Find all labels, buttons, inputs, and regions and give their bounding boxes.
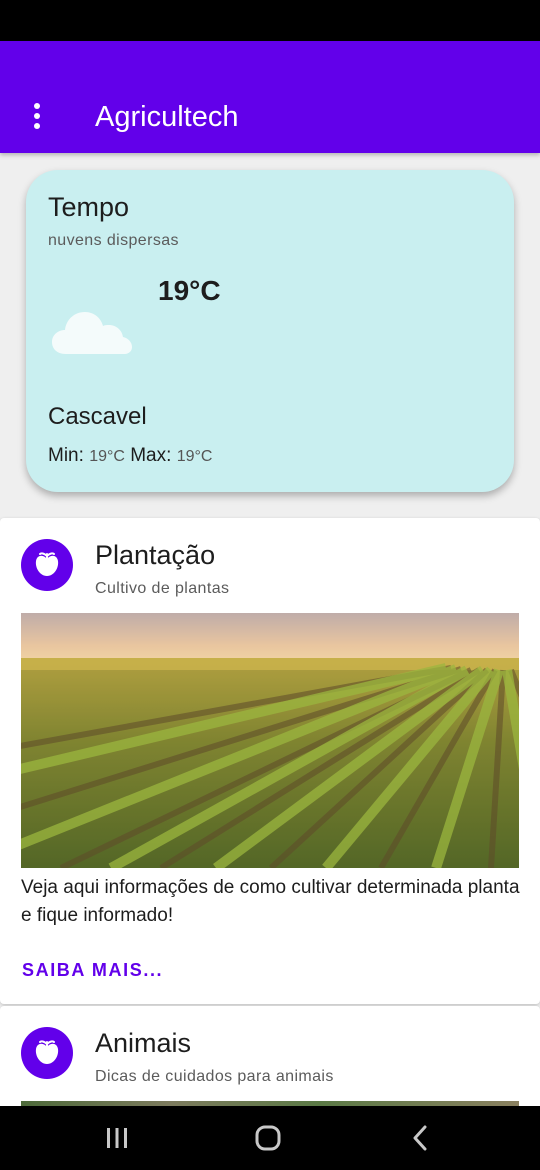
more-vert-icon[interactable] (22, 99, 52, 133)
weather-min-max: Min: 19°C Max: 19°C (48, 444, 212, 469)
fruit-icon (21, 1027, 73, 1079)
card-animais[interactable]: Animais Dicas de cuidados para animais (0, 1006, 540, 1116)
saiba-mais-button[interactable]: SAIBA MAIS... (22, 958, 163, 982)
card-title: Animais (95, 1028, 192, 1058)
weather-title: Tempo (48, 192, 130, 222)
fruit-icon (21, 539, 73, 591)
back-icon[interactable] (400, 1124, 440, 1152)
weather-temperature: 19°C (158, 275, 221, 306)
max-value: 19°C (176, 448, 213, 465)
max-label: Max: (130, 445, 172, 466)
card-plantacao[interactable]: Plantação Cultivo de plantas Veja aqui i… (0, 518, 540, 1004)
app-title: Agricultech (95, 101, 239, 133)
card-subtitle: Cultivo de plantas (95, 580, 230, 597)
home-icon[interactable] (248, 1124, 288, 1152)
card-description: Veja aqui informações de como cultivar d… (21, 877, 520, 926)
crop-field-image (21, 613, 519, 868)
navigation-bar (0, 1106, 540, 1170)
weather-description: nuvens dispersas (48, 232, 179, 249)
recent-apps-icon[interactable] (97, 1124, 137, 1152)
weather-card: Tempo nuvens dispersas 19°C Cascavel Min… (26, 170, 514, 492)
status-bar (0, 0, 540, 41)
card-title: Plantação (95, 540, 216, 570)
weather-city: Cascavel (48, 403, 147, 430)
app-bar: Agricultech (0, 41, 540, 153)
min-value: 19°C (89, 448, 125, 465)
cloud-icon (52, 304, 132, 358)
card-subtitle: Dicas de cuidados para animais (95, 1068, 334, 1085)
min-label: Min: (48, 445, 84, 466)
